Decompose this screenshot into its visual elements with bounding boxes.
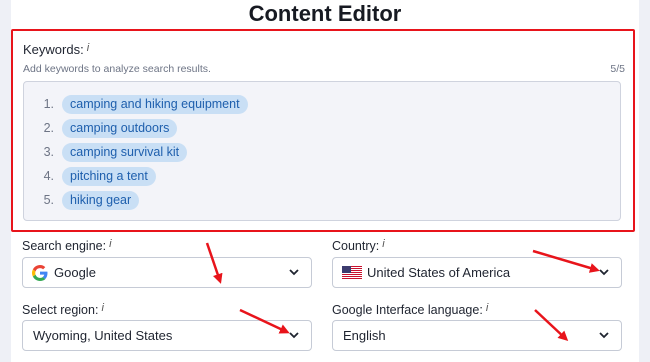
keyword-number: 2. [43,121,54,135]
keywords-hint: Add keywords to analyze search results. [23,63,211,75]
chevron-down-icon[interactable] [285,327,303,345]
language-label-text: Google Interface language: [332,303,483,317]
keyword-number: 5. [43,193,54,207]
chevron-down-icon[interactable] [595,264,613,282]
chevron-down-icon[interactable] [595,327,613,345]
language-label: Google Interface language: i [332,302,488,317]
keywords-count: 5/5 [610,63,625,75]
keyword-number: 3. [43,145,54,159]
search-engine-value: Google [54,265,96,280]
region-select[interactable]: Wyoming, United States [22,320,312,351]
country-select[interactable]: United States of America [332,257,622,288]
keywords-label-text: Keywords: [23,42,84,57]
info-icon[interactable]: i [382,238,384,250]
keyword-number: 1. [43,97,54,111]
keyword-chip[interactable]: camping outdoors [62,118,178,138]
keyword-item: 5. hiking gear [24,188,620,212]
google-icon [32,264,48,281]
country-label-text: Country: [332,239,380,253]
chevron-down-icon[interactable] [285,264,303,282]
country-value: United States of America [367,265,511,280]
search-engine-label-text: Search engine: [22,239,107,253]
keyword-chip[interactable]: camping and hiking equipment [62,94,248,114]
keyword-chip[interactable]: pitching a tent [62,166,156,186]
keywords-list[interactable]: 1. camping and hiking equipment 2. campi… [23,81,621,221]
keyword-item: 1. camping and hiking equipment [24,92,620,116]
info-icon[interactable]: i [109,238,111,250]
keyword-chip[interactable]: hiking gear [62,190,140,210]
language-value: English [343,328,386,343]
country-label: Country: i [332,238,385,253]
keyword-item: 4. pitching a tent [24,164,620,188]
us-flag-icon [342,266,362,279]
page-title: Content Editor [248,1,402,26]
region-label-text: Select region: [22,303,99,317]
keywords-label: Keywords: i [23,42,89,57]
keyword-item: 2. camping outdoors [24,116,620,140]
info-icon[interactable]: i [101,302,103,314]
language-select[interactable]: English [332,320,622,351]
info-icon[interactable]: i [486,302,488,314]
keyword-item: 3. camping survival kit [24,140,620,164]
keyword-number: 4. [43,169,54,183]
region-label: Select region: i [22,302,104,317]
search-engine-select[interactable]: Google [22,257,312,288]
info-icon[interactable]: i [87,42,89,54]
region-value: Wyoming, United States [33,328,173,343]
search-engine-label: Search engine: i [22,238,112,253]
keyword-chip[interactable]: camping survival kit [62,142,188,162]
keywords-section: Keywords: i Add keywords to analyze searc… [11,29,635,232]
